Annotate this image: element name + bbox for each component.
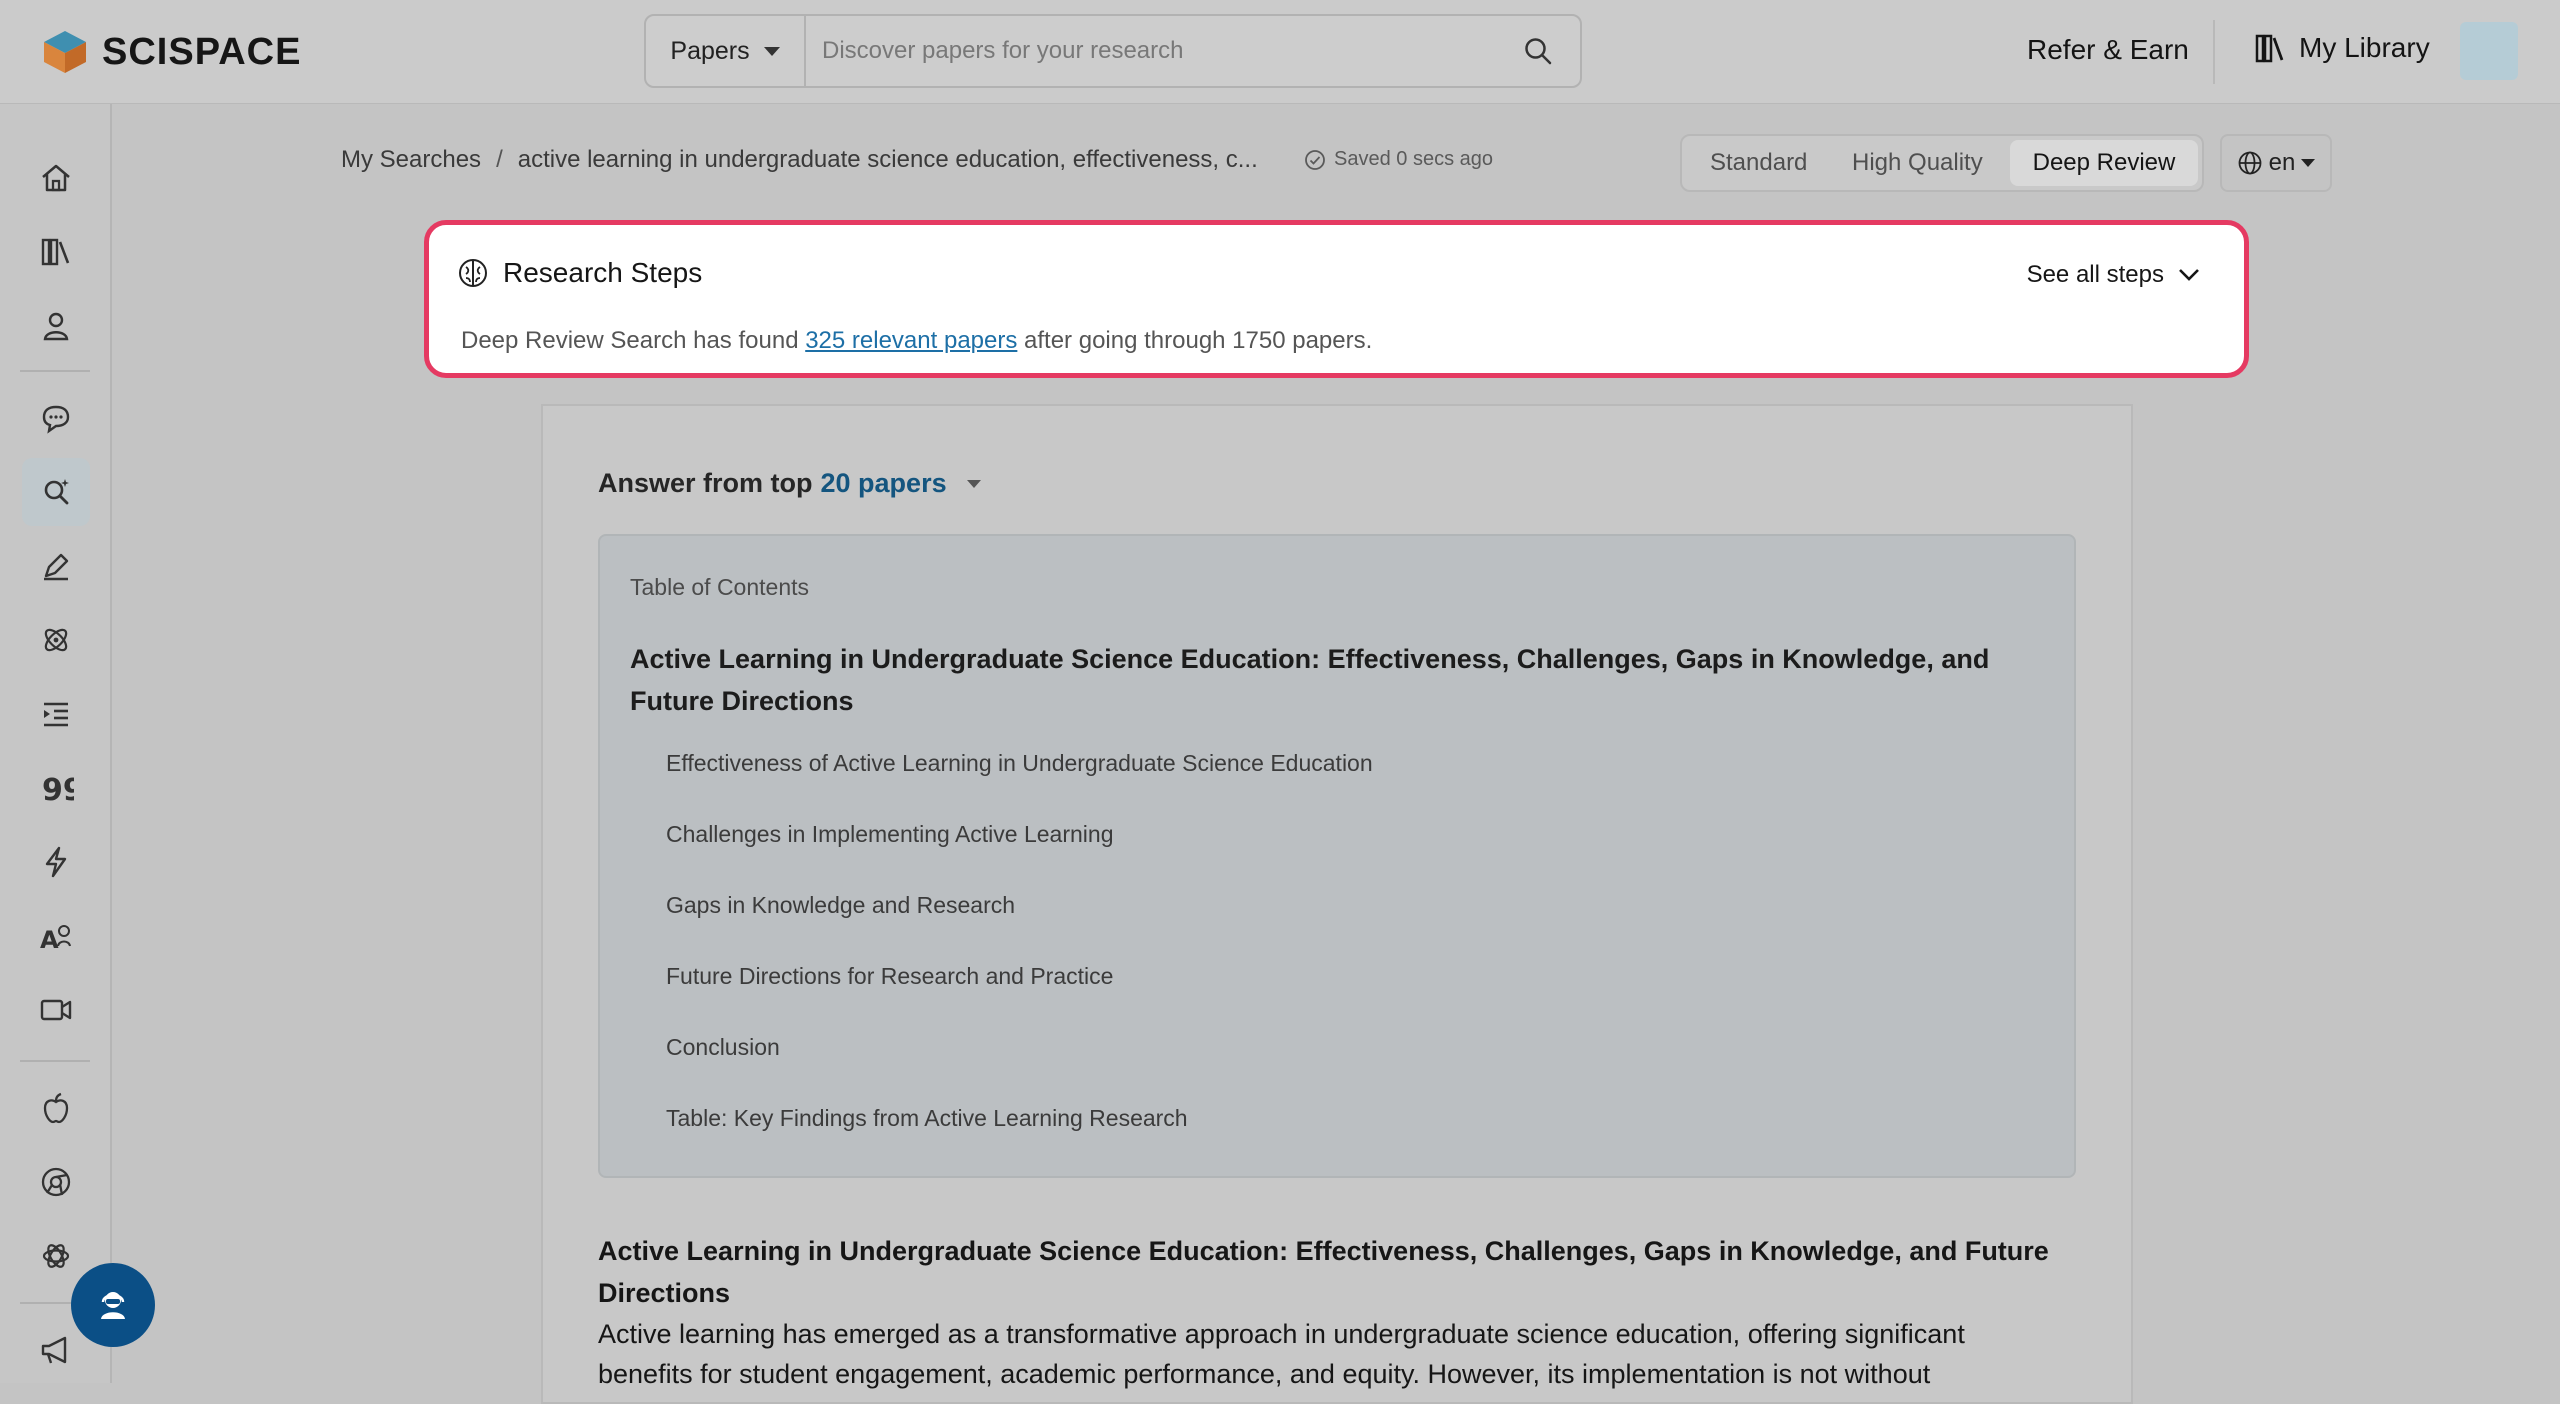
- mode-deep-review[interactable]: Deep Review: [2010, 140, 2198, 186]
- top-papers-dropdown[interactable]: 20 papers: [821, 468, 947, 499]
- header-divider: [2213, 20, 2215, 84]
- toc-item[interactable]: Effectiveness of Active Learning in Unde…: [666, 750, 1373, 777]
- search-icon: [1525, 38, 1552, 65]
- research-steps-header: Research Steps: [457, 257, 702, 289]
- apple-icon[interactable]: [36, 1088, 76, 1128]
- toc-title-link[interactable]: Active Learning in Undergraduate Science…: [630, 638, 2030, 722]
- atom-icon[interactable]: [36, 620, 76, 660]
- relevant-papers-link[interactable]: 325 relevant papers: [805, 327, 1017, 354]
- see-all-steps-label: See all steps: [2026, 261, 2164, 288]
- sidebar: 99 A: [0, 104, 112, 1383]
- chevron-down-icon[interactable]: [966, 479, 981, 488]
- search-button[interactable]: [1496, 16, 1580, 86]
- megaphone-icon[interactable]: [36, 1330, 76, 1370]
- chevron-down-icon: [2179, 269, 2199, 281]
- search-input[interactable]: [806, 16, 1496, 86]
- search-mode-toggle: Standard High Quality Deep Review: [1680, 134, 2204, 192]
- top-bar: SCISPACE Papers Refer & Earn My Library: [0, 0, 2560, 104]
- saved-status-text: Saved 0 secs ago: [1334, 148, 1493, 170]
- svg-text:99: 99: [42, 773, 74, 806]
- toc-item[interactable]: Future Directions for Research and Pract…: [666, 963, 1113, 990]
- my-library-label: My Library: [2299, 32, 2430, 63]
- user-icon[interactable]: [36, 306, 76, 346]
- breadcrumb: My Searches / active learning in undergr…: [341, 146, 1258, 174]
- search-ai-icon[interactable]: [22, 458, 90, 526]
- ai-writer-icon[interactable]: A: [36, 916, 76, 956]
- video-icon[interactable]: [36, 990, 76, 1030]
- brand-logo[interactable]: SCISPACE: [42, 26, 301, 78]
- lightning-icon[interactable]: [36, 842, 76, 882]
- home-icon[interactable]: [36, 158, 76, 198]
- sidebar-divider: [20, 370, 90, 372]
- sidebar-divider: [20, 1060, 90, 1062]
- library-icon[interactable]: [36, 232, 76, 272]
- summary-text-before: Deep Review Search has found: [461, 327, 806, 354]
- refer-earn-link[interactable]: Refer & Earn: [2027, 34, 2189, 66]
- answer-heading: Active Learning in Undergraduate Science…: [598, 1236, 2049, 1308]
- pen-icon[interactable]: [36, 546, 76, 586]
- language-label: en: [2268, 149, 2296, 176]
- brain-icon: [459, 259, 487, 287]
- svg-text:A: A: [40, 926, 59, 954]
- toc-item[interactable]: Gaps in Knowledge and Research: [666, 892, 1015, 919]
- openai-icon[interactable]: [36, 1236, 76, 1276]
- answer-paragraph: Active learning has emerged as a transfo…: [598, 1319, 1965, 1389]
- toc-item[interactable]: Conclusion: [666, 1034, 780, 1061]
- breadcrumb-separator: /: [496, 146, 503, 173]
- mode-high-quality[interactable]: High Quality: [1852, 136, 1983, 190]
- research-steps-panel: Research Steps See all steps Deep Review…: [424, 220, 2249, 378]
- chrome-icon[interactable]: [36, 1162, 76, 1202]
- my-library-button[interactable]: My Library: [2255, 32, 2430, 64]
- answer-prefix: Answer from top: [598, 468, 813, 498]
- mode-standard[interactable]: Standard: [1710, 136, 1807, 190]
- search-category-select[interactable]: Papers: [646, 16, 806, 86]
- see-all-steps-button[interactable]: See all steps: [2027, 261, 2200, 289]
- globe-icon: [2238, 151, 2262, 175]
- support-agent-icon: [101, 1292, 125, 1319]
- scispace-logo-icon: [44, 31, 86, 73]
- search-bar: Papers: [644, 14, 1582, 88]
- library-icon: [2255, 34, 2284, 63]
- brand-name: SCISPACE: [102, 30, 302, 73]
- summary-text-after: after going through 1750 papers.: [1017, 327, 1373, 354]
- toc-item[interactable]: Challenges in Implementing Active Learni…: [666, 821, 1114, 848]
- check-circle-icon: [1305, 149, 1325, 170]
- table-of-contents: Table of Contents Active Learning in Und…: [598, 534, 2076, 1178]
- chevron-down-icon: [2301, 159, 2316, 167]
- language-select[interactable]: en: [2220, 134, 2332, 192]
- avatar[interactable]: [2460, 22, 2518, 80]
- breadcrumb-current: active learning in undergraduate science…: [517, 146, 1258, 173]
- research-steps-summary: Deep Review Search has found 325 relevan…: [461, 327, 1372, 355]
- research-steps-title: Research Steps: [503, 257, 703, 288]
- saved-status: Saved 0 secs ago: [1304, 148, 1493, 171]
- chevron-down-icon: [763, 46, 780, 56]
- search-category-label: Papers: [670, 36, 750, 65]
- breadcrumb-root-link[interactable]: My Searches: [341, 146, 481, 174]
- answer-header: Answer from top 20 papers: [598, 468, 981, 499]
- outline-icon[interactable]: [36, 694, 76, 734]
- toc-item[interactable]: Table: Key Findings from Active Learning…: [666, 1105, 1188, 1132]
- quote-icon[interactable]: 99: [36, 768, 76, 808]
- chat-icon[interactable]: [36, 398, 76, 438]
- support-chat-button[interactable]: [71, 1263, 155, 1347]
- toc-label: Table of Contents: [630, 574, 810, 600]
